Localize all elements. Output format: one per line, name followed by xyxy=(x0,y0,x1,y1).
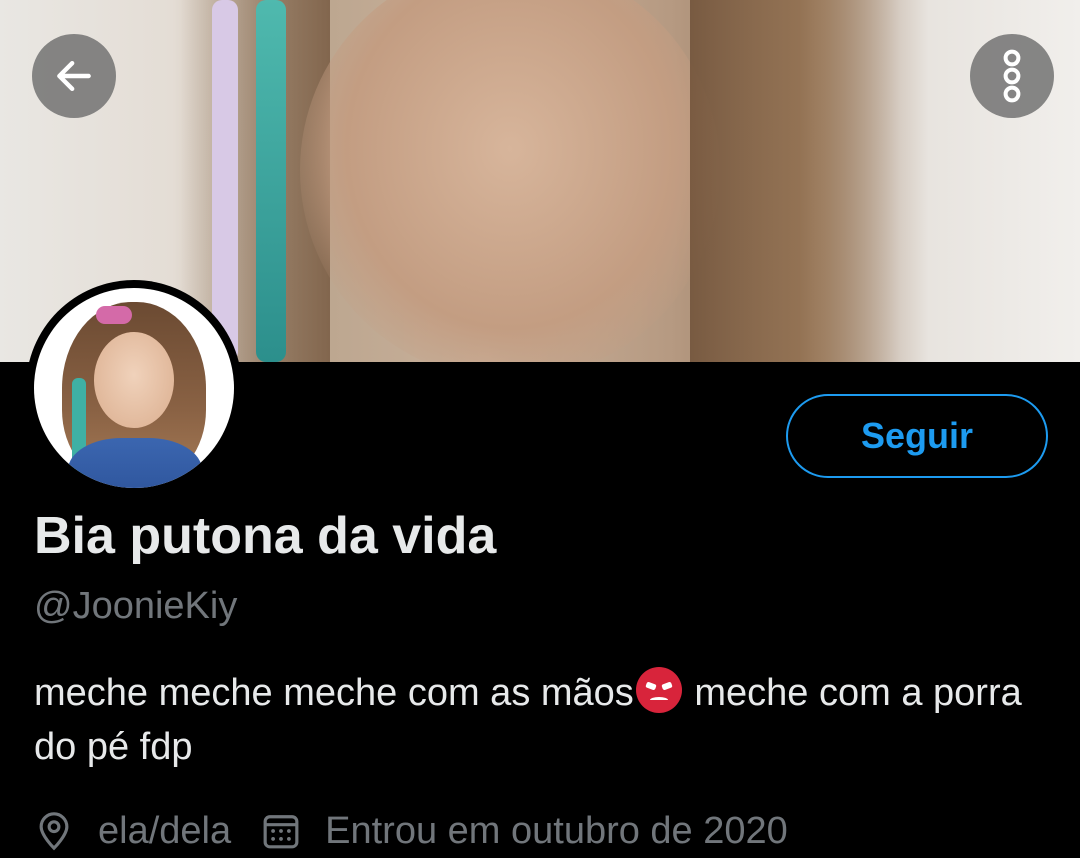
bio-text-start: meche meche meche com as mãos xyxy=(34,672,634,714)
more-options-button[interactable] xyxy=(970,34,1054,118)
banner-hair-right xyxy=(690,0,900,362)
user-handle: @JoonieKiy xyxy=(34,585,238,627)
profile-meta: ela/dela Entrou em outubro de 2020 xyxy=(34,806,788,856)
banner-hair-strand-teal xyxy=(256,0,286,362)
avatar-hair-bow xyxy=(96,306,132,324)
joined-date-text: Entrou em outubro de 2020 xyxy=(325,809,788,852)
follow-button[interactable]: Seguir xyxy=(786,394,1048,478)
location-pin-icon xyxy=(34,811,74,851)
back-button[interactable] xyxy=(32,34,116,118)
more-vertical-icon xyxy=(1003,49,1021,103)
pronouns-text: ela/dela xyxy=(98,809,232,852)
banner-hair-strand-lilac xyxy=(212,0,238,362)
angry-face-icon xyxy=(635,667,682,713)
arrow-left-icon xyxy=(57,60,91,92)
display-name: Bia putona da vida xyxy=(34,507,497,565)
profile-bio: meche meche meche com as mãos meche com … xyxy=(34,666,1044,774)
banner-face xyxy=(300,0,720,362)
avatar[interactable] xyxy=(26,280,242,496)
avatar-image xyxy=(34,288,234,488)
calendar-icon xyxy=(261,811,301,851)
avatar-face xyxy=(94,332,174,428)
avatar-shirt xyxy=(68,438,202,488)
